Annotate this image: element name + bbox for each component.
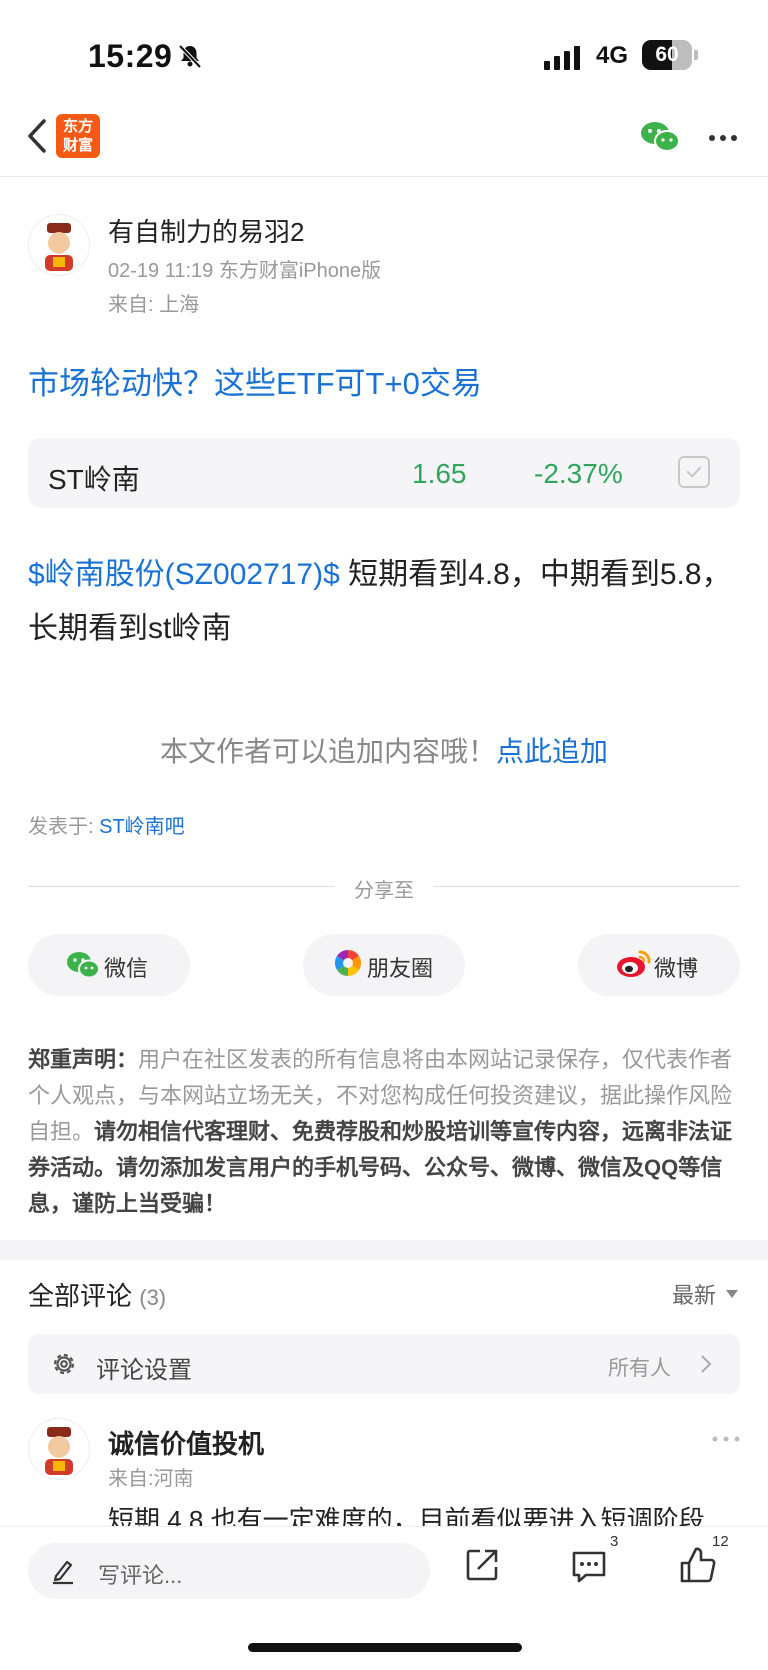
comments-count-badge: 3 — [610, 1533, 619, 1550]
post-location: 来自: 上海 — [108, 294, 200, 316]
more-icon[interactable] — [708, 134, 738, 142]
comment-settings-label: 评论设置 — [96, 1357, 192, 1384]
comments-title-text: 全部评论 — [28, 1281, 133, 1311]
author-name[interactable]: 有自制力的易羽2 — [108, 212, 304, 249]
chevron-down-icon[interactable] — [726, 1290, 738, 1298]
moments-icon — [334, 949, 362, 977]
app-logo[interactable]: 东方 财富 — [56, 114, 100, 158]
logo-line2: 财富 — [62, 137, 93, 154]
nav-divider — [0, 176, 768, 177]
sort-dropdown[interactable]: 最新 — [672, 1278, 716, 1310]
share-wechat-label: 微信 — [104, 956, 149, 981]
weibo-icon — [617, 950, 651, 977]
append-link[interactable]: 点此追加 — [496, 736, 608, 767]
share-moments-button[interactable]: 朋友圈 — [303, 934, 465, 996]
comments-title: 全部评论 (3) — [28, 1276, 166, 1313]
author-avatar[interactable] — [28, 214, 90, 276]
comment-input[interactable]: 写评论... — [28, 1543, 430, 1599]
commenter-name[interactable]: 诚信价值投机 — [108, 1424, 264, 1461]
share-divider-left — [28, 886, 334, 887]
disclaimer-lead: 郑重声明： — [28, 1047, 139, 1072]
like-count-badge: 12 — [712, 1533, 729, 1550]
chevron-right-icon — [701, 1355, 712, 1373]
disclaimer-bold: 请勿相信代客理财、免费荐股和炒股培训等宣传内容，远离非法证券活动。请勿添加发言用… — [28, 1119, 733, 1216]
logo-line1: 东方 — [62, 118, 93, 135]
share-label: 分享至 — [354, 880, 414, 902]
comment-settings-row[interactable]: 评论设置 所有人 — [28, 1334, 740, 1394]
stock-card[interactable]: ST岭南 1.65 -2.37% — [28, 438, 740, 508]
share-weibo-button[interactable]: 微博 — [578, 934, 740, 996]
wechat-icon[interactable] — [640, 120, 680, 154]
back-icon[interactable] — [26, 118, 48, 154]
bell-mute-icon — [178, 44, 202, 69]
commenter-avatar[interactable] — [28, 1418, 90, 1480]
posted-in-bar-link[interactable]: ST岭南吧 — [99, 816, 185, 838]
comment-more-icon[interactable] — [712, 1436, 740, 1442]
stock-link[interactable]: $岭南股份(SZ002717)$ — [28, 558, 340, 591]
comments-count: (3) — [139, 1285, 167, 1310]
comment-placeholder: 写评论... — [98, 1563, 183, 1588]
comments-icon[interactable] — [570, 1549, 608, 1585]
share-weibo-label: 微博 — [654, 956, 699, 981]
comment-settings-value: 所有人 — [608, 1357, 671, 1380]
avatar-art — [45, 223, 73, 271]
stock-price: 1.65 — [412, 458, 467, 489]
append-prompt: 本文作者可以追加内容哦！点此追加 — [0, 730, 768, 770]
share-moments-label: 朋友圈 — [367, 956, 434, 981]
commenter-location: 来自:河南 — [108, 1468, 194, 1490]
post-meta: 02-19 11:19 东方财富iPhone版 — [108, 260, 382, 282]
section-gap — [0, 1240, 768, 1260]
avatar-art — [45, 1427, 73, 1475]
battery-tip — [694, 50, 698, 60]
battery-icon: 60 — [642, 40, 692, 70]
article-title[interactable]: 市场轮动快？这些ETF可T+0交易 — [28, 358, 482, 403]
bottom-bar: 写评论... 3 12 — [0, 1526, 768, 1670]
gear-icon — [53, 1353, 75, 1375]
posted-in-label: 发表于: — [28, 816, 100, 838]
disclaimer: 郑重声明：用户在社区发表的所有信息将由本网站记录保存，仅代表作者个人观点，与本网… — [28, 1042, 740, 1222]
like-icon[interactable] — [678, 1545, 718, 1585]
home-indicator — [248, 1643, 522, 1652]
share-out-icon[interactable] — [464, 1547, 500, 1583]
checkbox-icon[interactable] — [678, 456, 710, 488]
network-label: 4G — [596, 42, 629, 69]
wechat-icon — [67, 952, 100, 979]
battery-text: 60 — [655, 43, 679, 66]
pencil-icon — [53, 1560, 73, 1585]
signal-icon — [544, 46, 580, 70]
stock-name: ST岭南 — [48, 464, 140, 495]
share-divider-right — [434, 886, 740, 887]
status-time: 15:29 — [88, 38, 173, 74]
post-body: $岭南股份(SZ002717)$ 短期看到4.8，中期看到5.8，长期看到st岭… — [28, 548, 740, 656]
share-wechat-button[interactable]: 微信 — [28, 934, 190, 996]
append-prompt-text: 本文作者可以追加内容哦！ — [159, 736, 496, 767]
stock-change: -2.37% — [534, 458, 623, 489]
posted-in: 发表于: ST岭南吧 — [28, 810, 185, 839]
